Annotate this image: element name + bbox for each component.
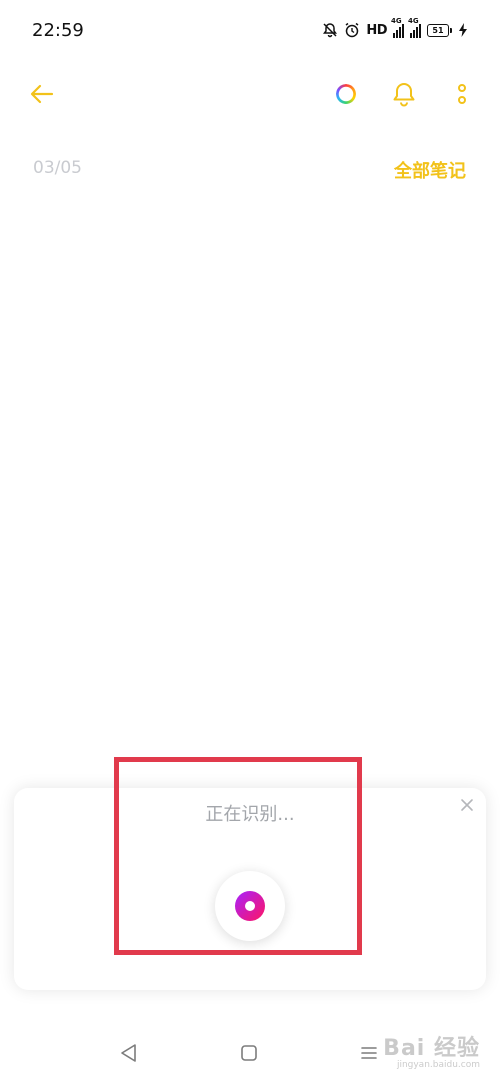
watermark-main: Bai 经验 <box>383 1036 480 1061</box>
mute-bell-icon <box>322 22 338 38</box>
back-arrow-icon <box>30 84 54 104</box>
nav-home-button[interactable] <box>240 1044 258 1062</box>
bell-icon <box>393 83 415 107</box>
recognizing-status: 正在识别... <box>205 804 295 825</box>
color-ring-icon <box>336 84 356 104</box>
charging-icon <box>458 22 468 38</box>
all-notes-link[interactable]: 全部笔记 <box>394 157 466 183</box>
signal-tag: 4G <box>408 17 419 25</box>
voice-record-button[interactable] <box>215 871 285 941</box>
nav-back-button[interactable] <box>118 1042 140 1064</box>
close-icon <box>461 799 473 811</box>
battery-level: 51 <box>427 23 449 37</box>
signal-4g-icon: 4G <box>391 17 404 38</box>
status-icons: HD 4G 4G 51 <box>322 17 468 40</box>
alarm-icon <box>344 22 360 38</box>
close-button[interactable] <box>458 796 476 814</box>
status-time: 22:59 <box>32 20 84 41</box>
nav-menu-icon <box>361 1047 377 1059</box>
reminder-button[interactable] <box>388 78 420 110</box>
battery-icon: 51 <box>427 23 452 37</box>
more-options-button[interactable] <box>448 78 476 110</box>
color-theme-button[interactable] <box>330 78 362 110</box>
signal-tag: 4G <box>391 17 402 25</box>
hd-icon: HD <box>366 22 387 38</box>
baidu-watermark: Bai 经验 jingyan.baidu.com <box>383 1030 480 1070</box>
mic-record-icon <box>235 891 265 921</box>
nav-home-icon <box>241 1045 257 1061</box>
nav-back-icon <box>121 1044 136 1062</box>
voice-input-panel: 正在识别... <box>14 788 486 990</box>
app-bar <box>0 62 500 124</box>
more-vertical-icon <box>458 84 466 104</box>
status-bar: 22:59 HD 4G 4G 51 <box>0 0 500 60</box>
back-button[interactable] <box>26 78 58 110</box>
nav-menu-button[interactable] <box>360 1044 378 1062</box>
watermark-sub: jingyan.baidu.com <box>396 1060 480 1070</box>
note-date: 03/05 <box>33 158 82 178</box>
signal-4g-icon: 4G <box>408 17 421 38</box>
